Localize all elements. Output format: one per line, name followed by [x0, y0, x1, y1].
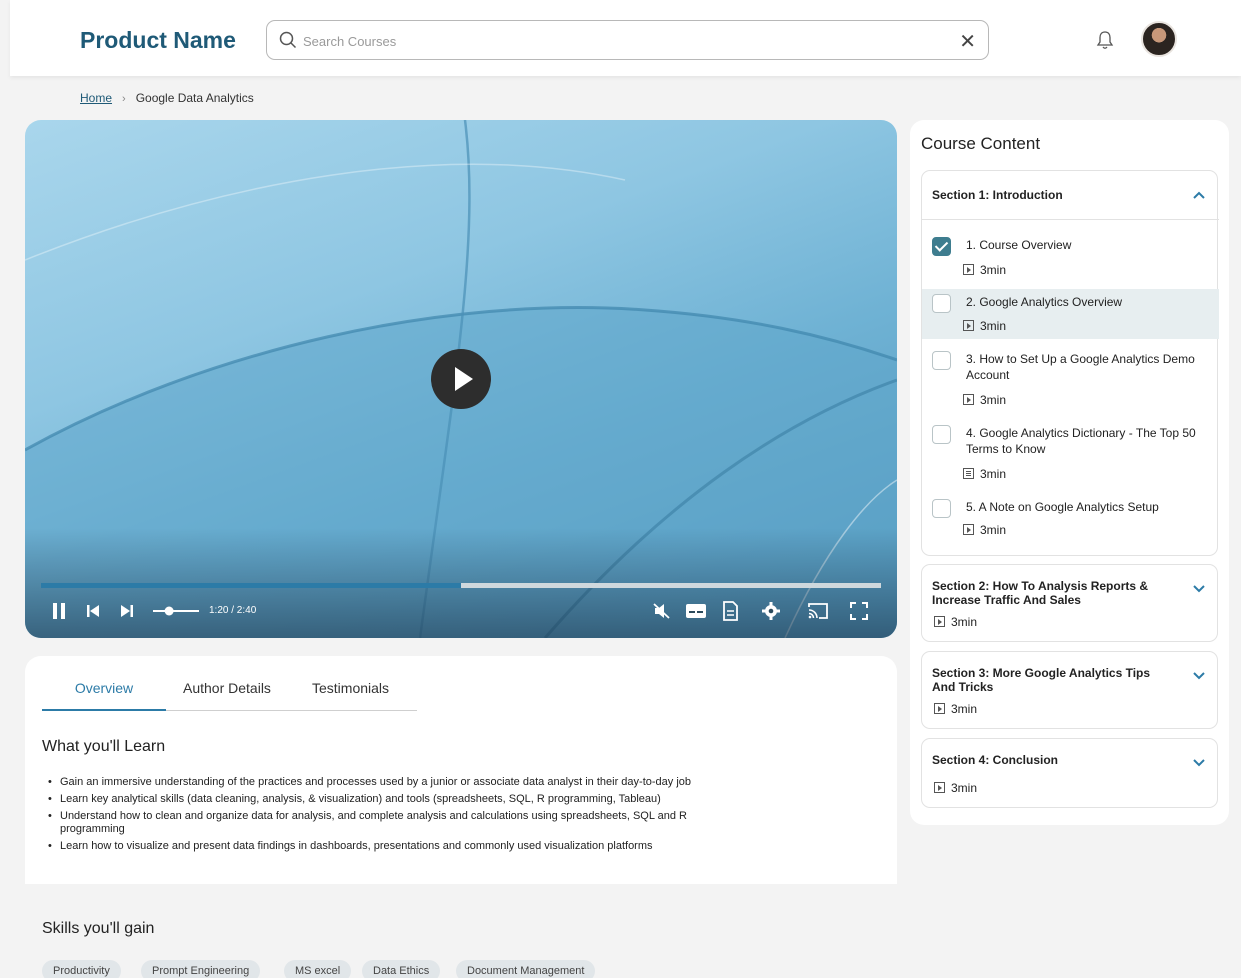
skill-chip[interactable]: Productivity: [42, 960, 121, 978]
section-duration: 3min: [934, 615, 977, 629]
captions-icon[interactable]: [685, 600, 707, 622]
lesson-item[interactable]: 5. A Note on Google Analytics Setup 3min: [922, 499, 1219, 545]
lesson-duration: 3min: [963, 523, 1006, 537]
skip-forward-icon[interactable]: [119, 600, 135, 622]
chevron-down-icon[interactable]: [1193, 672, 1205, 680]
breadcrumb-home-link[interactable]: Home: [80, 91, 112, 105]
skills-heading: Skills you'll gain: [42, 920, 155, 937]
video-icon: [963, 394, 974, 405]
chevron-up-icon[interactable]: [1193, 191, 1205, 199]
section-duration: 3min: [934, 702, 977, 716]
tab-overview[interactable]: Overview: [42, 680, 166, 711]
lesson-item-active[interactable]: 2. Google Analytics Overview 3min: [922, 289, 1219, 339]
tab-testimonials[interactable]: Testimonials: [312, 680, 389, 711]
section-1-title[interactable]: Section 1: Introduction: [932, 188, 1063, 202]
chevron-down-icon[interactable]: [1193, 585, 1205, 593]
lesson-duration: 3min: [963, 263, 1006, 277]
mute-icon[interactable]: [653, 600, 671, 622]
learn-item: Understand how to clean and organize dat…: [47, 810, 747, 836]
transcript-icon[interactable]: [721, 600, 739, 622]
video-icon: [963, 524, 974, 535]
course-content-title: Course Content: [921, 134, 1041, 153]
video-icon: [934, 616, 945, 627]
video-icon: [934, 782, 945, 793]
section-1: Section 1: Introduction 1. Course Overvi…: [921, 170, 1219, 556]
fullscreen-icon[interactable]: [849, 600, 869, 622]
tab-author-details[interactable]: Author Details: [183, 680, 271, 711]
lesson-checkbox[interactable]: [932, 294, 951, 313]
user-avatar[interactable]: [1141, 21, 1177, 57]
search-bar[interactable]: ✕: [266, 20, 989, 60]
course-content-sidebar: Course Content Section 1: Introduction 1…: [910, 120, 1229, 825]
lesson-duration: 3min: [963, 319, 1006, 333]
skill-chip[interactable]: MS excel: [284, 960, 352, 978]
learn-item: Learn how to visualize and present data …: [47, 840, 747, 853]
lesson-title: 5. A Note on Google Analytics Setup: [966, 500, 1159, 514]
video-player[interactable]: 1:20 / 2:40: [25, 120, 897, 638]
time-display: 1:20 / 2:40: [209, 605, 257, 616]
progress-bar[interactable]: [41, 583, 881, 588]
pause-icon[interactable]: [51, 600, 67, 622]
lesson-checkbox[interactable]: [932, 499, 951, 518]
section-3-title[interactable]: Section 3: More Google Analytics Tips An…: [932, 666, 1162, 694]
skill-chip[interactable]: Data Ethics: [362, 960, 441, 978]
course-details-panel: Overview Author Details Testimonials Wha…: [25, 656, 897, 884]
clear-search-icon[interactable]: ✕: [959, 29, 976, 54]
progress-fill: [41, 583, 461, 588]
play-button[interactable]: [431, 349, 491, 409]
cast-icon[interactable]: [807, 600, 829, 622]
brand-name[interactable]: Product Name: [80, 27, 236, 54]
lesson-title: 4. Google Analytics Dictionary - The Top…: [966, 426, 1196, 456]
video-icon: [963, 264, 974, 275]
learn-list: Gain an immersive understanding of the p…: [47, 776, 747, 857]
search-icon: [279, 31, 297, 49]
lesson-item[interactable]: 4. Google Analytics Dictionary - The Top…: [922, 425, 1219, 485]
completed-checkbox[interactable]: [932, 237, 951, 256]
top-header: Product Name ✕: [10, 0, 1241, 76]
notification-bell-icon[interactable]: [1096, 30, 1114, 50]
skill-chip[interactable]: Document Management: [456, 960, 596, 978]
section-2-title[interactable]: Section 2: How To Analysis Reports & Inc…: [932, 579, 1162, 607]
lesson-duration: 3min: [963, 393, 1006, 407]
learn-item: Gain an immersive understanding of the p…: [47, 776, 747, 789]
skip-back-icon[interactable]: [85, 600, 101, 622]
lesson-duration: 3min: [963, 467, 1006, 481]
lesson-item[interactable]: 3. How to Set Up a Google Analytics Demo…: [922, 351, 1219, 411]
lesson-title: 3. How to Set Up a Google Analytics Demo…: [966, 352, 1195, 382]
breadcrumb: Home › Google Data Analytics: [80, 91, 254, 105]
lesson-checkbox[interactable]: [932, 351, 951, 370]
learn-item: Learn key analytical skills (data cleani…: [47, 793, 747, 806]
breadcrumb-current: Google Data Analytics: [135, 91, 254, 105]
section-3[interactable]: Section 3: More Google Analytics Tips An…: [921, 651, 1218, 729]
video-icon: [934, 703, 945, 714]
lesson-item[interactable]: 1. Course Overview 3min: [922, 237, 1219, 289]
settings-gear-icon[interactable]: [761, 600, 781, 622]
lesson-title: 1. Course Overview: [966, 238, 1072, 252]
player-controls: 1:20 / 2:40: [41, 598, 881, 626]
volume-slider[interactable]: [151, 600, 201, 622]
section-2[interactable]: Section 2: How To Analysis Reports & Inc…: [921, 564, 1218, 642]
section-4[interactable]: Section 4: Conclusion 3min: [921, 738, 1218, 808]
document-icon: [963, 468, 974, 479]
section-duration: 3min: [934, 781, 977, 795]
search-input[interactable]: [303, 30, 943, 52]
lesson-title: 2. Google Analytics Overview: [966, 295, 1123, 309]
section-4-title[interactable]: Section 4: Conclusion: [932, 753, 1058, 767]
learn-heading: What you'll Learn: [42, 738, 166, 755]
video-icon: [963, 320, 974, 331]
tab-bar: Overview Author Details Testimonials: [42, 680, 417, 711]
skill-chip[interactable]: Prompt Engineering: [141, 960, 261, 978]
lesson-checkbox[interactable]: [932, 425, 951, 444]
breadcrumb-separator-icon: ›: [122, 93, 126, 105]
chevron-down-icon[interactable]: [1193, 759, 1205, 767]
